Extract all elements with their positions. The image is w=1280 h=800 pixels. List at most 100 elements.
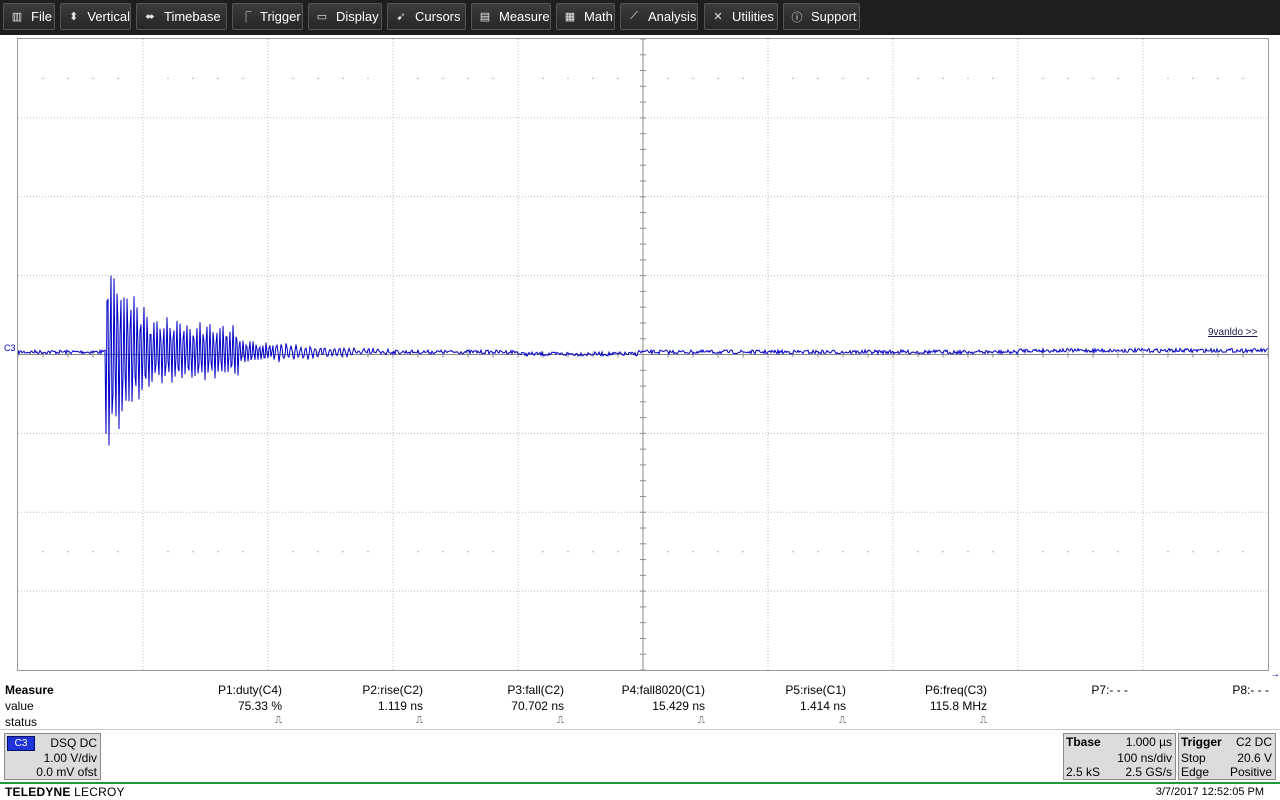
menu-timebase-button[interactable]: ⬌ Timebase [136, 3, 227, 30]
grid-dot [692, 550, 694, 553]
menu-label: Display [336, 9, 379, 24]
menu-math-button[interactable]: ▦ Math [556, 3, 615, 30]
clipboard-icon: ▥ [11, 11, 23, 23]
menu-label: Math [584, 9, 613, 24]
grid-dot [567, 550, 569, 553]
grid-dot [667, 550, 669, 553]
trigger-source: C2 DC [1235, 735, 1272, 749]
timebase-delay: 1.000 µs [1125, 735, 1172, 749]
measure-param-name: P5:rise(C1) [785, 683, 846, 697]
measure-param-name: P4:fall8020(C1) [621, 683, 705, 697]
value-row-label: value [5, 699, 34, 713]
timebase-per-div: 100 ns/div [1117, 751, 1172, 765]
grid-dot [967, 550, 969, 553]
grid-dot [217, 550, 219, 553]
measure-param-name: P3:fall(C2) [507, 683, 564, 697]
grid-dot [417, 550, 419, 553]
grid-dot [692, 77, 694, 80]
grid-dot [367, 77, 369, 80]
measure-param-status-icon: ⎍ [980, 715, 987, 726]
grid-dot [242, 550, 244, 553]
grid-dot [592, 77, 594, 80]
menu-analysis-button[interactable]: ⟋ Analysis [620, 3, 698, 30]
measure-param-value: 1.414 ns [799, 699, 846, 713]
trace-marker-label[interactable]: 9vanldo >> [1208, 327, 1258, 338]
grid-dot [92, 77, 94, 80]
waveform-grid[interactable] [17, 38, 1269, 671]
brand-name-light: LECROY [70, 785, 125, 799]
grid-dot [417, 77, 419, 80]
channel-descriptor-panel[interactable]: C3 DSQ DC 1.00 V/div 0.0 mV ofst [4, 733, 101, 780]
measure-title[interactable]: Measure [5, 683, 54, 697]
grid-dot [942, 550, 944, 553]
grid-dot [1042, 550, 1044, 553]
menu-utilities-button[interactable]: ✕ Utilities [704, 3, 778, 30]
vertical-arrows-icon: ⬍ [69, 11, 79, 23]
menu-measure-button[interactable]: ▤ Measure [471, 3, 551, 30]
measure-param-name: P8:- - - [1232, 683, 1269, 697]
measure-param-status-icon: ⎍ [698, 715, 705, 726]
grid-dot [617, 77, 619, 80]
measure-param-status-icon: ⎍ [275, 715, 282, 726]
cursor-icon: ➹ [396, 11, 406, 23]
brand-name-bold: TELEDYNE [5, 785, 71, 799]
grid-dot [842, 77, 844, 80]
status-accent-line [0, 782, 1280, 784]
grid-dot [292, 77, 294, 80]
grid-dot [992, 550, 994, 553]
grid-dot [242, 77, 244, 80]
measure-param-value: 75.33 % [237, 699, 282, 713]
menu-support-button[interactable]: ⓘ Support [783, 3, 860, 30]
measure-param-status-icon: ⎍ [557, 715, 564, 726]
grid-dot [1092, 550, 1094, 553]
grid-dot [117, 550, 119, 553]
grid-dot [1217, 77, 1219, 80]
menu-cursors-button[interactable]: ➹ Cursors [387, 3, 466, 30]
grid-dot [1117, 77, 1119, 80]
grid-dot [67, 550, 69, 553]
grid-dot [742, 550, 744, 553]
trigger-panel[interactable]: Trigger C2 DC Stop 20.6 V Edge Positive [1178, 733, 1276, 780]
measure-param-status-icon: ⎍ [839, 715, 846, 726]
grid-dot [292, 550, 294, 553]
grid-dot [342, 550, 344, 553]
trigger-level: 20.6 V [1237, 751, 1272, 765]
menu-bar: ▥ File ⬍ Vertical ⬌ Timebase ⎾ Trigger ▭ Display ➹… [0, 0, 1280, 35]
timestamp: 3/7/2017 12:52:05 PM [1155, 786, 1264, 798]
menu-file-button[interactable]: ▥ File [3, 3, 55, 30]
grid-dot [467, 77, 469, 80]
menu-trigger-button[interactable]: ⎾ Trigger [232, 3, 303, 30]
menu-vertical-button[interactable]: ⬍ Vertical [60, 3, 131, 30]
display-icon: ▭ [316, 11, 328, 23]
grid-dot [42, 77, 44, 80]
measure-param-name: P1:duty(C4) [217, 683, 282, 697]
grid-dot [1192, 77, 1194, 80]
channel-tag: C3 [4, 343, 16, 353]
measure-param-value: 15.429 ns [652, 699, 705, 713]
grid-dot [317, 77, 319, 80]
trigger-title: Trigger [1181, 735, 1222, 749]
menu-label: File [31, 9, 52, 24]
grid-dot [92, 550, 94, 553]
grid-dot [942, 77, 944, 80]
right-arrow-icon: → [1270, 669, 1280, 680]
grid-dot [717, 77, 719, 80]
grid-dot [1117, 550, 1119, 553]
menu-label: Timebase [164, 9, 221, 24]
grid-dot [1092, 77, 1094, 80]
grid-dot [442, 550, 444, 553]
grid-dot [492, 77, 494, 80]
timebase-panel[interactable]: Tbase 1.000 µs 100 ns/div 2.5 kS 2.5 GS/… [1063, 733, 1176, 780]
grid-dot [992, 77, 994, 80]
grid-dot [1067, 550, 1069, 553]
measure-icon: ▤ [479, 11, 491, 23]
menu-display-button[interactable]: ▭ Display [308, 3, 382, 30]
menu-label: Support [811, 9, 857, 24]
grid-dot [917, 77, 919, 80]
channel-coupling: DSQ DC [50, 736, 97, 750]
channel-badge[interactable]: C3 [7, 736, 35, 751]
calculator-icon: ▦ [564, 11, 576, 23]
timebase-samples: 2.5 kS [1066, 765, 1101, 779]
grid-dot [817, 550, 819, 553]
grid-dot [442, 77, 444, 80]
